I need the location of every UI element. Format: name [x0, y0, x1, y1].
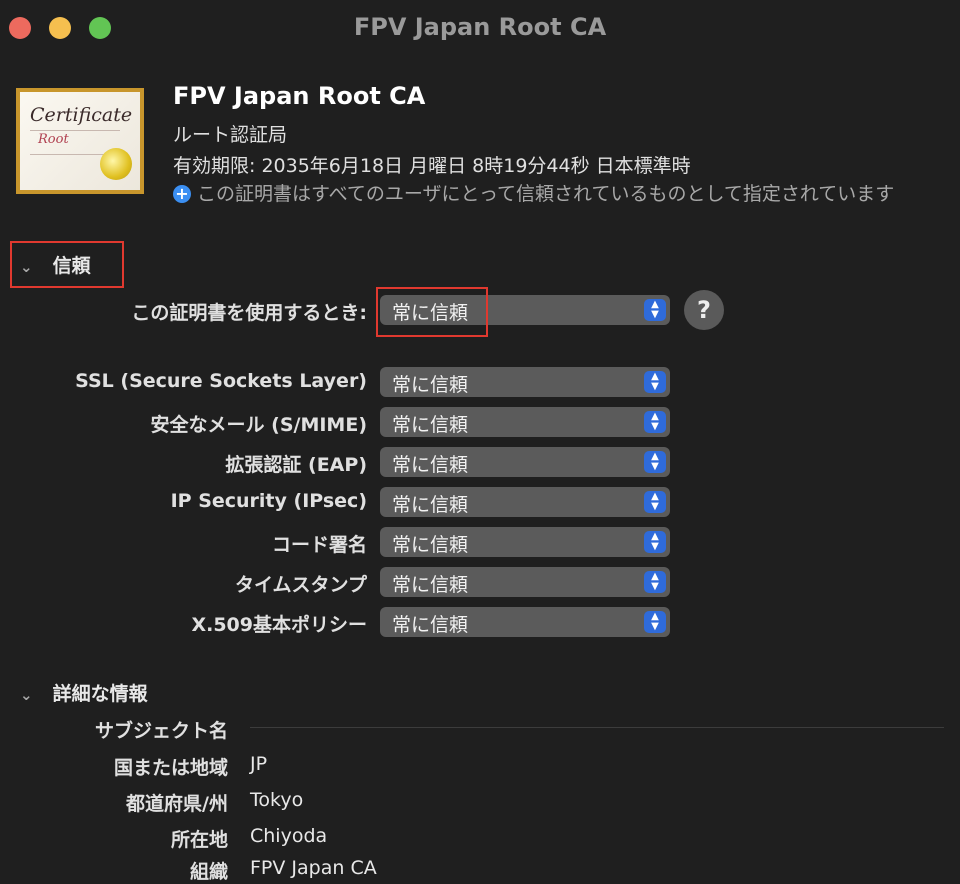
up-down-arrows-icon: ▲ ▼ — [644, 299, 666, 321]
plus-circle-icon: + — [173, 185, 191, 203]
chevron-down-icon: ⌄ — [20, 258, 33, 276]
help-button[interactable]: ? — [684, 290, 724, 330]
certificate-icon-subtitle: Root — [38, 132, 69, 147]
detail-value-organization: FPV Japan CA — [250, 857, 377, 879]
highlight-box-when-using — [376, 287, 488, 337]
details-section-toggle[interactable]: ⌄ 詳細な情報 — [20, 679, 148, 706]
trust-note-text: この証明書はすべてのユーザにとって信頼されているものとして指定されています — [197, 183, 895, 205]
window-title: FPV Japan Root CA — [353, 13, 607, 41]
popup-value: 常に信頼 — [392, 574, 469, 596]
trust-section-title: 信頼 — [52, 255, 91, 277]
trust-popup-ipsec[interactable]: 常に信頼 ▲ ▼ — [380, 487, 670, 517]
trust-row-label-x509: X.509基本ポリシー — [191, 614, 367, 636]
trust-row-label-ssl: SSL (Secure Sockets Layer) — [75, 370, 367, 392]
title-bar: FPV Japan Root CA — [0, 0, 960, 56]
certificate-icon-title: Certificate — [30, 104, 133, 126]
trust-row-label-eap: 拡張認証 (EAP) — [225, 454, 367, 476]
certificate-icon: Certificate Root — [16, 88, 144, 194]
subject-divider — [250, 727, 944, 728]
popup-value: 常に信頼 — [392, 494, 469, 516]
trust-popup-timestamp[interactable]: 常に信頼 ▲ ▼ — [380, 567, 670, 597]
popup-value: 常に信頼 — [392, 534, 469, 556]
trust-note: + この証明書はすべてのユーザにとって信頼されているものとして指定されています — [173, 180, 943, 208]
trust-row-label-smime: 安全なメール (S/MIME) — [150, 414, 367, 436]
detail-value-state: Tokyo — [250, 789, 304, 811]
detail-value-locality: Chiyoda — [250, 825, 328, 847]
trust-popup-eap[interactable]: 常に信頼 ▲ ▼ — [380, 447, 670, 477]
subject-name-header: サブジェクト名 — [94, 720, 228, 742]
popup-value: 常に信頼 — [392, 454, 469, 476]
up-down-arrows-icon: ▲ ▼ — [644, 531, 666, 553]
trust-popup-smime[interactable]: 常に信頼 ▲ ▼ — [380, 407, 670, 437]
trust-popup-x509[interactable]: 常に信頼 ▲ ▼ — [380, 607, 670, 637]
up-down-arrows-icon: ▲ ▼ — [644, 571, 666, 593]
certificate-name: FPV Japan Root CA — [173, 82, 426, 110]
trust-section-toggle[interactable]: ⌄ 信頼 — [20, 251, 91, 278]
detail-label-locality: 所在地 — [170, 829, 228, 851]
up-down-arrows-icon: ▲ ▼ — [644, 371, 666, 393]
detail-label-organization: 組織 — [189, 861, 228, 883]
trust-row-label-timestamp: タイムスタンプ — [234, 574, 367, 596]
up-down-arrows-icon: ▲ ▼ — [644, 411, 666, 433]
details-section-title: 詳細な情報 — [52, 683, 148, 705]
seal-icon — [100, 148, 132, 180]
trust-row-label-ipsec: IP Security (IPsec) — [170, 490, 367, 512]
certificate-icon-rule — [30, 130, 120, 131]
certificate-kind: ルート認証局 — [173, 124, 288, 146]
certificate-expiry: 有効期限: 2035年6月18日 月曜日 8時19分44秒 日本標準時 — [173, 155, 691, 177]
up-down-arrows-icon: ▲ ▼ — [644, 611, 666, 633]
detail-value-country: JP — [250, 753, 268, 775]
up-down-arrows-icon: ▲ ▼ — [644, 491, 666, 513]
trust-row-label-code-signing: コード署名 — [271, 534, 367, 556]
detail-label-country: 国または地域 — [113, 757, 228, 779]
trust-popup-ssl[interactable]: 常に信頼 ▲ ▼ — [380, 367, 670, 397]
popup-value: 常に信頼 — [392, 414, 469, 436]
up-down-arrows-icon: ▲ ▼ — [644, 451, 666, 473]
when-using-label: この証明書を使用するとき: — [131, 302, 367, 324]
popup-value: 常に信頼 — [392, 614, 469, 636]
trust-popup-code-signing[interactable]: 常に信頼 ▲ ▼ — [380, 527, 670, 557]
detail-label-state: 都道府県/州 — [126, 793, 228, 815]
popup-value: 常に信頼 — [392, 374, 469, 396]
chevron-down-icon: ⌄ — [20, 686, 33, 704]
